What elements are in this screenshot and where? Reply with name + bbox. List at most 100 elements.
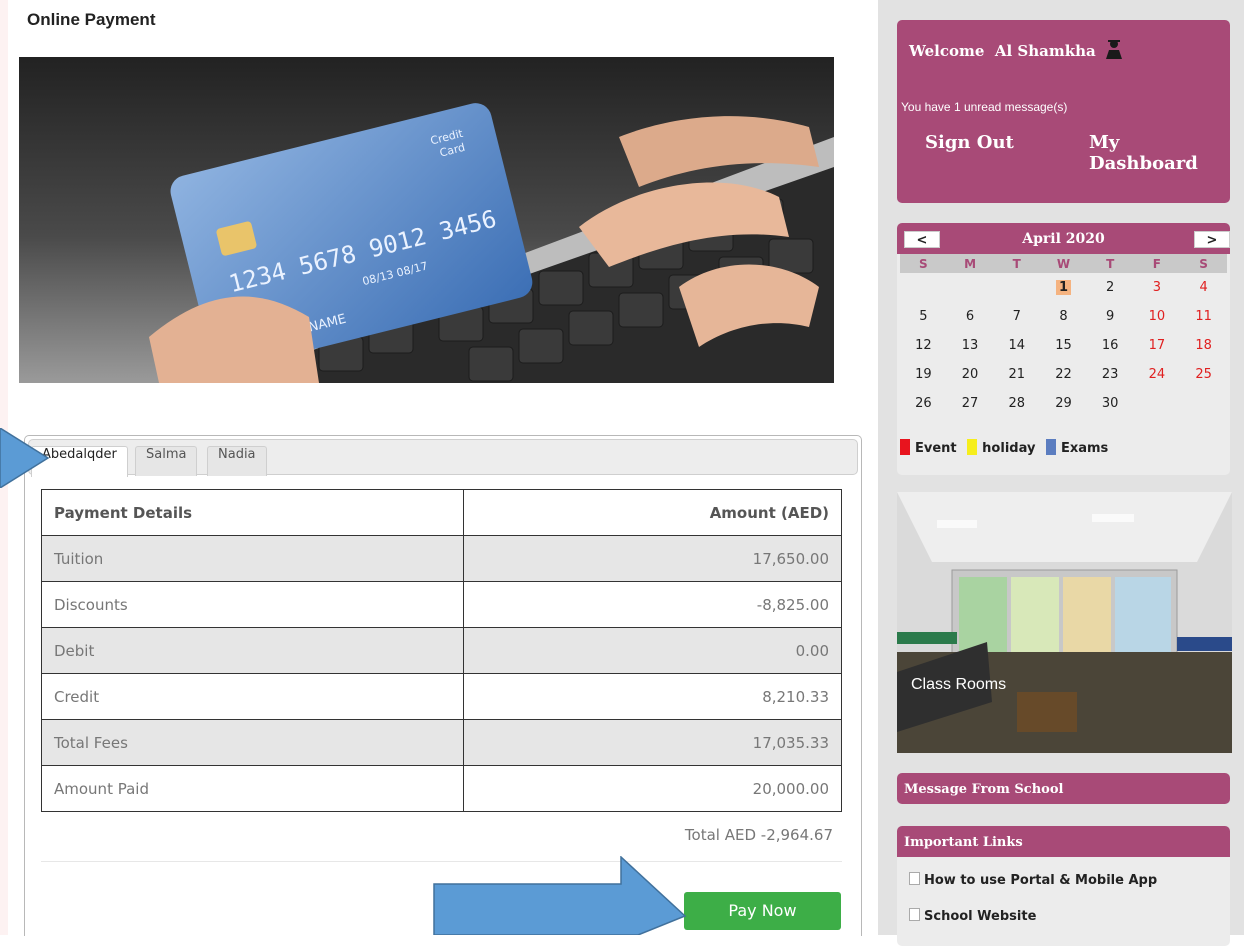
page-title: Online Payment: [27, 10, 156, 29]
calendar-day[interactable]: 24: [1134, 360, 1181, 389]
today-marker: 1: [1055, 280, 1071, 295]
row-amount: 0.00: [463, 627, 842, 674]
calendar-day[interactable]: 29: [1040, 389, 1087, 418]
calendar-legend: Event holiday Exams: [900, 439, 1109, 456]
calendar-day: [900, 273, 947, 302]
weekday: M: [946, 254, 994, 273]
message-from-school-bar[interactable]: Message From School: [897, 773, 1230, 804]
row-label: Credit: [41, 673, 464, 720]
calendar-day[interactable]: 27: [947, 389, 994, 418]
row-amount: -8,825.00: [463, 581, 842, 628]
table-row: Tuition 17,650.00: [41, 535, 842, 582]
calendar-widget: April 2020 < > S M T W T F S 1 2 3 4 5 6…: [897, 223, 1230, 475]
calendar-day-today[interactable]: 1: [1040, 273, 1087, 302]
user-name: Al Shamkha: [994, 42, 1096, 60]
tab-nadia[interactable]: Nadia: [207, 446, 267, 476]
week-row: 12 13 14 15 16 17 18: [900, 331, 1227, 360]
document-icon: [909, 908, 920, 921]
weekday: T: [993, 254, 1041, 273]
weekday: S: [1180, 254, 1227, 273]
calendar-day[interactable]: 22: [1040, 360, 1087, 389]
sidebar: Welcome Al Shamkha You have 1 unread mes…: [878, 0, 1244, 946]
calendar-day[interactable]: 8: [1040, 302, 1087, 331]
calendar-day[interactable]: 13: [947, 331, 994, 360]
payment-details-table: Payment Details Amount (AED) Tuition 17,…: [41, 489, 842, 812]
calendar-day[interactable]: 30: [1087, 389, 1134, 418]
message-from-school-label: Message From School: [904, 782, 1064, 797]
calendar-day[interactable]: 17: [1134, 331, 1181, 360]
legend-holiday: holiday: [982, 441, 1036, 456]
row-label: Debit: [41, 627, 464, 674]
arrow-pointer-icon: [433, 856, 687, 935]
classroom-photo[interactable]: Class Rooms: [897, 492, 1232, 753]
event-swatch: [900, 439, 910, 455]
calendar-day[interactable]: 19: [900, 360, 947, 389]
calendar-day[interactable]: 18: [1180, 331, 1227, 360]
row-label: Amount Paid: [41, 765, 464, 812]
legend-event: Event: [915, 441, 957, 456]
holiday-swatch: [967, 439, 978, 455]
week-row: 19 20 21 22 23 24 25: [900, 360, 1227, 389]
calendar-day[interactable]: 3: [1134, 273, 1181, 302]
unread-messages[interactable]: You have 1 unread message(s): [901, 100, 1067, 114]
weekday: T: [1086, 254, 1134, 273]
calendar-day[interactable]: 5: [900, 302, 947, 331]
table-row: Amount Paid 20,000.00: [41, 765, 842, 812]
arrow-pointer-icon: [0, 428, 50, 488]
sign-out-link[interactable]: Sign Out: [925, 132, 1014, 153]
important-links-title: Important Links: [904, 835, 1023, 850]
welcome-line: Welcome Al Shamkha: [909, 38, 1125, 60]
week-row: 5 6 7 8 9 10 11: [900, 302, 1227, 331]
calendar-day: [947, 273, 994, 302]
pay-now-button[interactable]: Pay Now: [684, 892, 841, 930]
calendar-day[interactable]: 28: [993, 389, 1040, 418]
table-header-row: Payment Details Amount (AED): [41, 489, 842, 536]
credit-card-banner: 1234 5678 9012 3456 08/13 08/17 CURRENT …: [19, 57, 834, 383]
calendar-day[interactable]: 9: [1087, 302, 1134, 331]
calendar-day[interactable]: 23: [1087, 360, 1134, 389]
important-links-header: Important Links: [897, 826, 1230, 857]
calendar-day[interactable]: 16: [1087, 331, 1134, 360]
calendar-day[interactable]: 14: [993, 331, 1040, 360]
payment-details-header: Payment Details: [41, 489, 464, 536]
weekday: F: [1133, 254, 1181, 273]
week-row: 1 2 3 4: [900, 273, 1227, 302]
calendar-day[interactable]: 7: [993, 302, 1040, 331]
calendar-day[interactable]: 6: [947, 302, 994, 331]
amount-header: Amount (AED): [463, 489, 842, 536]
calendar-day: [1134, 389, 1181, 418]
welcome-greeting: Welcome: [909, 42, 985, 60]
calendar-day[interactable]: 4: [1180, 273, 1227, 302]
exams-swatch: [1045, 439, 1056, 455]
calendar-day: [993, 273, 1040, 302]
link-how-to-use-portal[interactable]: How to use Portal & Mobile App: [909, 872, 1157, 888]
calendar-next-button[interactable]: >: [1194, 231, 1230, 248]
weekday: S: [900, 254, 947, 273]
tab-salma[interactable]: Salma: [135, 446, 198, 476]
my-dashboard-link[interactable]: My Dashboard: [1089, 132, 1230, 174]
calendar-day[interactable]: 12: [900, 331, 947, 360]
table-row: Total Fees 17,035.33: [41, 719, 842, 766]
legend-exams: Exams: [1060, 441, 1109, 456]
row-label: Tuition: [41, 535, 464, 582]
calendar-month: April 2020: [1022, 231, 1105, 247]
calendar-day[interactable]: 15: [1040, 331, 1087, 360]
calendar-day[interactable]: 2: [1087, 273, 1134, 302]
calendar-day[interactable]: 11: [1180, 302, 1227, 331]
document-icon: [909, 872, 920, 885]
calendar-day[interactable]: 21: [993, 360, 1040, 389]
calendar-prev-button[interactable]: <: [904, 231, 940, 248]
row-label: Total Fees: [41, 719, 464, 766]
row-amount: 20,000.00: [463, 765, 842, 812]
row-amount: 17,650.00: [463, 535, 842, 582]
calendar-day[interactable]: 10: [1134, 302, 1181, 331]
welcome-panel: Welcome Al Shamkha You have 1 unread mes…: [897, 20, 1230, 203]
calendar-day[interactable]: 26: [900, 389, 947, 418]
calendar-day: [1180, 389, 1227, 418]
link-school-website[interactable]: School Website: [909, 908, 1036, 924]
link-label: School Website: [924, 909, 1037, 924]
weekday-row: S M T W T F S: [900, 254, 1227, 273]
calendar-day[interactable]: 20: [947, 360, 994, 389]
table-row: Credit 8,210.33: [41, 673, 842, 720]
calendar-day[interactable]: 25: [1180, 360, 1227, 389]
